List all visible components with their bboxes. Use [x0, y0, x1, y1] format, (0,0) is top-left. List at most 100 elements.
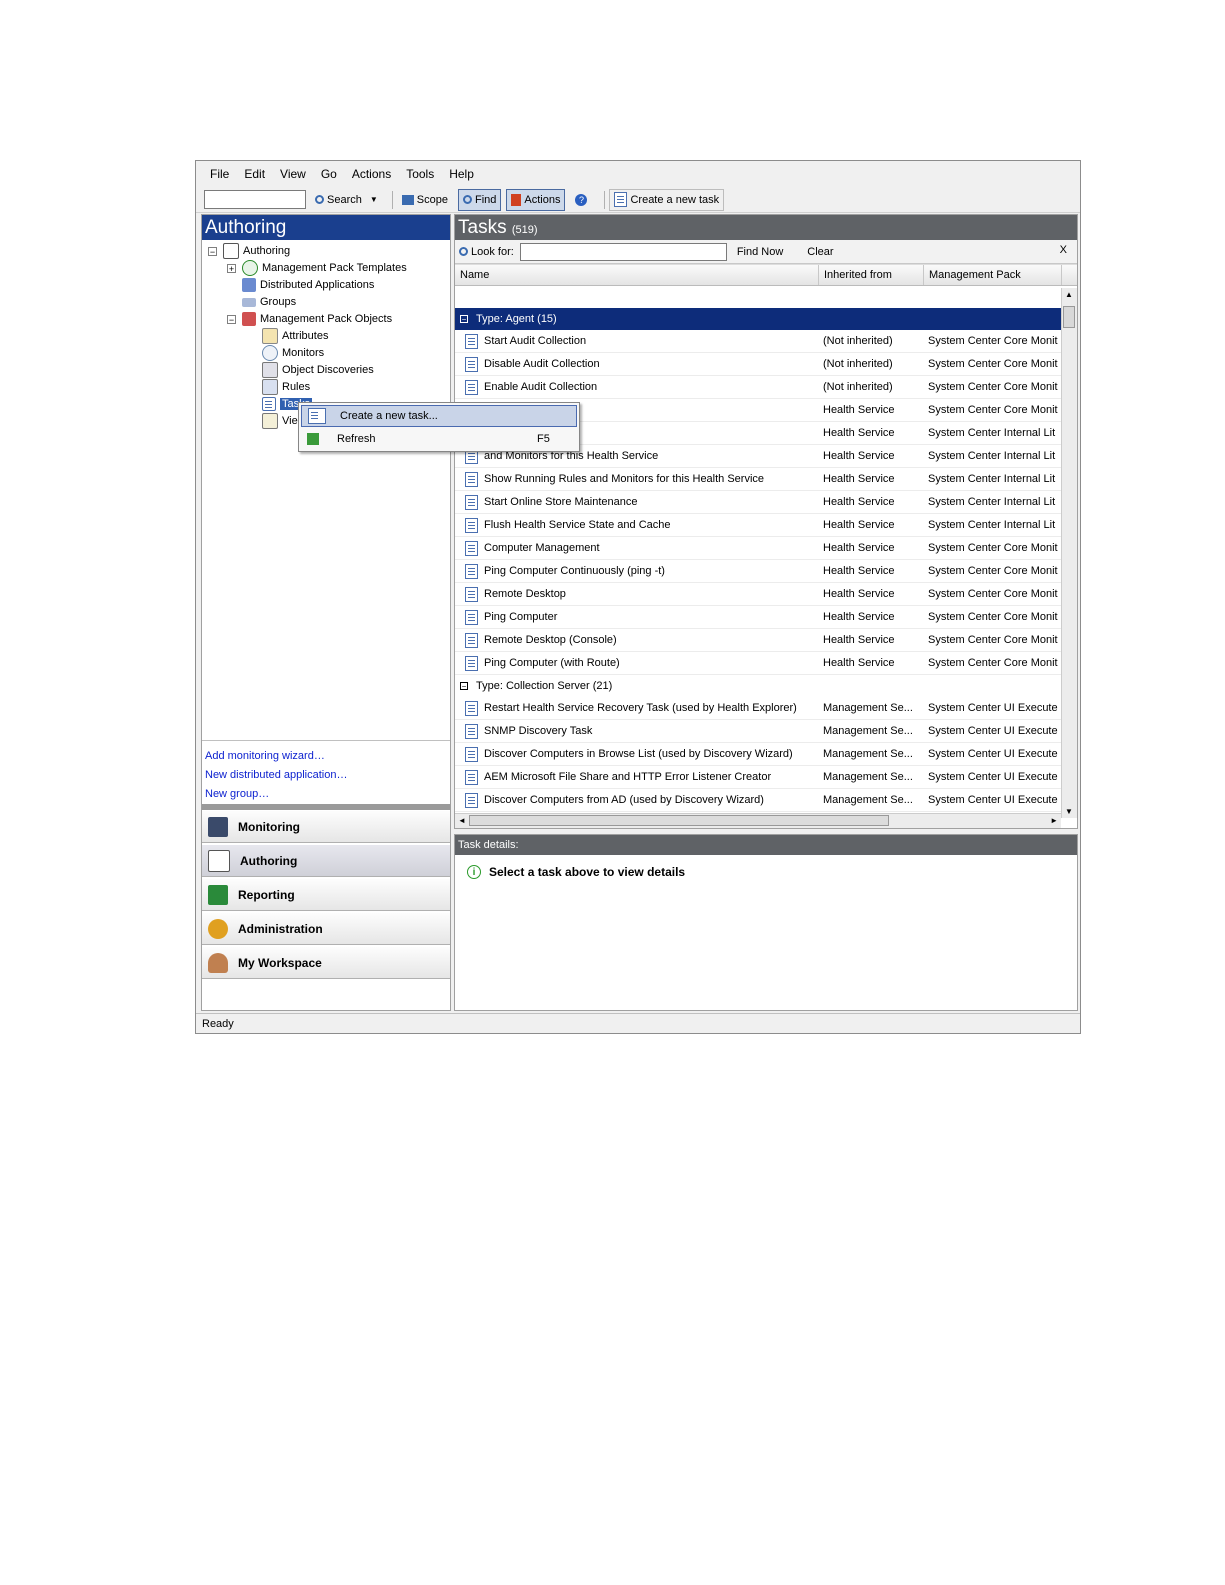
scroll-left-icon[interactable]: ◄	[458, 816, 466, 825]
monitoring-nav-button[interactable]: Monitoring	[202, 810, 450, 843]
vertical-scrollbar[interactable]: ▲ ▼	[1061, 288, 1077, 818]
column-headers: Name Inherited from Management Pack	[455, 264, 1077, 286]
collapse-icon[interactable]: −	[460, 682, 468, 691]
actions-button[interactable]: Actions	[506, 188, 566, 211]
management-pack-cell: System Center Internal Lit	[928, 519, 1056, 531]
table-row[interactable]: Disable Audit Collection (Not inherited) S…	[455, 353, 1061, 376]
table-row[interactable]: Ping Computer (with Route) Health Service…	[455, 652, 1061, 675]
add-monitoring-wizard-link[interactable]: Add monitoring wizard…	[202, 747, 450, 766]
close-find-bar-button[interactable]: X	[1060, 244, 1067, 256]
look-for-input[interactable]	[519, 242, 727, 261]
menu-view[interactable]: View	[280, 167, 306, 181]
toolbar: Search ▼ Scope Find Actions ? Create a n…	[196, 187, 1080, 213]
collapse-icon[interactable]: −	[460, 315, 468, 324]
table-row[interactable]: Remote Desktop (Console) Health Service Sy…	[455, 629, 1061, 652]
task-icon	[465, 586, 478, 602]
task-name: Start Audit Collection	[484, 335, 587, 347]
scrollbar-thumb[interactable]	[1063, 306, 1075, 328]
tree-label: Attributes	[282, 330, 329, 342]
dropdown-arrow-icon: ▼	[369, 195, 378, 204]
menu-go[interactable]: Go	[321, 167, 337, 181]
reporting-nav-button[interactable]: Reporting	[202, 878, 450, 911]
menu-edit[interactable]: Edit	[244, 167, 265, 181]
tree-label: Rules	[282, 381, 311, 393]
menu-help[interactable]: Help	[449, 167, 474, 181]
search-button[interactable]: Search ▼	[310, 189, 383, 211]
task-name-cell: Enable Audit Collection	[455, 376, 819, 398]
tree-label: Management Pack Templates	[262, 262, 407, 274]
scrollbar-thumb[interactable]	[469, 815, 889, 826]
table-row[interactable]: Discover Computers from AD (used by Disc…	[455, 789, 1061, 812]
create-new-task-menu-item[interactable]: Create a new task...	[301, 405, 577, 427]
table-row[interactable]: Start Audit Collection (Not inherited) Sys…	[455, 330, 1061, 353]
help-button[interactable]: ?	[570, 189, 595, 211]
task-name-cell: Restart Health Service Recovery Task (us…	[455, 697, 819, 719]
new-distributed-application-link[interactable]: New distributed application…	[202, 766, 450, 785]
tree-item-attributes[interactable]: Attributes	[262, 328, 328, 344]
scroll-up-icon[interactable]: ▲	[1065, 290, 1073, 299]
table-row[interactable]: Flush Health Service State and Cache Heal…	[455, 514, 1061, 537]
tree-item-authoring[interactable]: − Authoring	[208, 243, 290, 259]
refresh-menu-item[interactable]: Refresh F5	[301, 428, 577, 450]
menu-actions[interactable]: Actions	[352, 167, 391, 181]
tree-item-mp-objects[interactable]: − Management Pack Objects	[227, 311, 392, 327]
table-row[interactable]: Ping Computer Continuously (ping -t) Heal…	[455, 560, 1061, 583]
menu-file[interactable]: File	[210, 167, 229, 181]
column-header-management-pack[interactable]: Management Pack	[924, 265, 1062, 285]
tree-item-rules[interactable]: Rules	[262, 379, 310, 395]
tree-item-distributed-applications[interactable]: Distributed Applications	[242, 277, 374, 293]
authoring-nav-button[interactable]: Authoring	[202, 844, 450, 877]
menu-item-label: Refresh	[337, 433, 376, 445]
column-header-name[interactable]: Name	[455, 265, 819, 285]
table-row[interactable]: Remote Desktop Health Service System Cente…	[455, 583, 1061, 606]
table-row[interactable]: Start Online Store Maintenance Health Ser…	[455, 491, 1061, 514]
table-row[interactable]: SNMP Discovery Task Management Se... Syste…	[455, 720, 1061, 743]
table-row[interactable]: AEM Microsoft File Share and HTTP Error …	[455, 766, 1061, 789]
inherited-from-cell: Management Se...	[823, 794, 913, 806]
group-header[interactable]: − Type: Agent (15)	[455, 308, 1061, 330]
table-row[interactable]: Discover Computers in Browse List (used …	[455, 743, 1061, 766]
task-name-cell: Discover Computers from AD (used by Disc…	[455, 789, 819, 811]
tree-item-monitors[interactable]: Monitors	[262, 345, 324, 361]
tree-item-object-discoveries[interactable]: Object Discoveries	[262, 362, 374, 378]
new-group-link[interactable]: New group…	[202, 785, 450, 804]
menu-tools[interactable]: Tools	[406, 167, 434, 181]
nav-button-label: Administration	[238, 921, 323, 936]
table-row[interactable]: Computer Management Health Service System …	[455, 537, 1061, 560]
administration-nav-button[interactable]: Administration	[202, 912, 450, 945]
tree-item-views[interactable]: Vie	[262, 413, 298, 429]
help-icon: ?	[575, 193, 588, 206]
collapse-icon[interactable]: −	[208, 246, 217, 256]
actions-button-label: Actions	[524, 193, 561, 206]
create-new-task-toolbar-button[interactable]: Create a new task	[609, 188, 725, 211]
expand-icon[interactable]: +	[227, 263, 236, 273]
table-row[interactable]: Show Running Rules and Monitors for this…	[455, 468, 1061, 491]
task-icon	[465, 540, 478, 556]
my-workspace-nav-button[interactable]: My Workspace	[202, 946, 450, 979]
authoring-icon	[223, 243, 239, 259]
clear-button[interactable]: Clear	[807, 246, 833, 258]
table-row[interactable]: Enable Audit Collection (Not inherited) Sy…	[455, 376, 1061, 399]
find-button[interactable]: Find	[457, 188, 502, 211]
tree-item-mp-templates[interactable]: + Management Pack Templates	[227, 260, 407, 276]
results-count: (519)	[511, 224, 538, 236]
tree-item-groups[interactable]: Groups	[242, 294, 296, 310]
scroll-down-icon[interactable]: ▼	[1065, 807, 1073, 816]
magnifier-icon	[459, 247, 468, 256]
scope-button[interactable]: Scope	[397, 189, 453, 211]
table-row[interactable]: Restart Health Service Recovery Task (us…	[455, 697, 1061, 720]
task-icon	[465, 609, 478, 625]
scroll-right-icon[interactable]: ►	[1050, 816, 1058, 825]
table-row[interactable]: Ping Computer Health Service System Center…	[455, 606, 1061, 629]
collapse-icon[interactable]: −	[227, 314, 236, 324]
find-now-button[interactable]: Find Now	[737, 246, 783, 258]
column-header-inherited-from[interactable]: Inherited from	[819, 265, 924, 285]
task-icon	[465, 632, 478, 648]
inherited-from-cell: Health Service	[823, 565, 895, 577]
group-header[interactable]: − Type: Collection Server (21)	[455, 675, 1061, 697]
task-name: Discover Computers from AD (used by Disc…	[484, 794, 764, 806]
task-name-cell: Ping Computer Continuously (ping -t)	[455, 560, 819, 582]
toolbar-search-input[interactable]	[204, 190, 306, 209]
horizontal-scrollbar[interactable]: ◄ ►	[455, 813, 1061, 828]
monitors-icon	[262, 345, 278, 361]
